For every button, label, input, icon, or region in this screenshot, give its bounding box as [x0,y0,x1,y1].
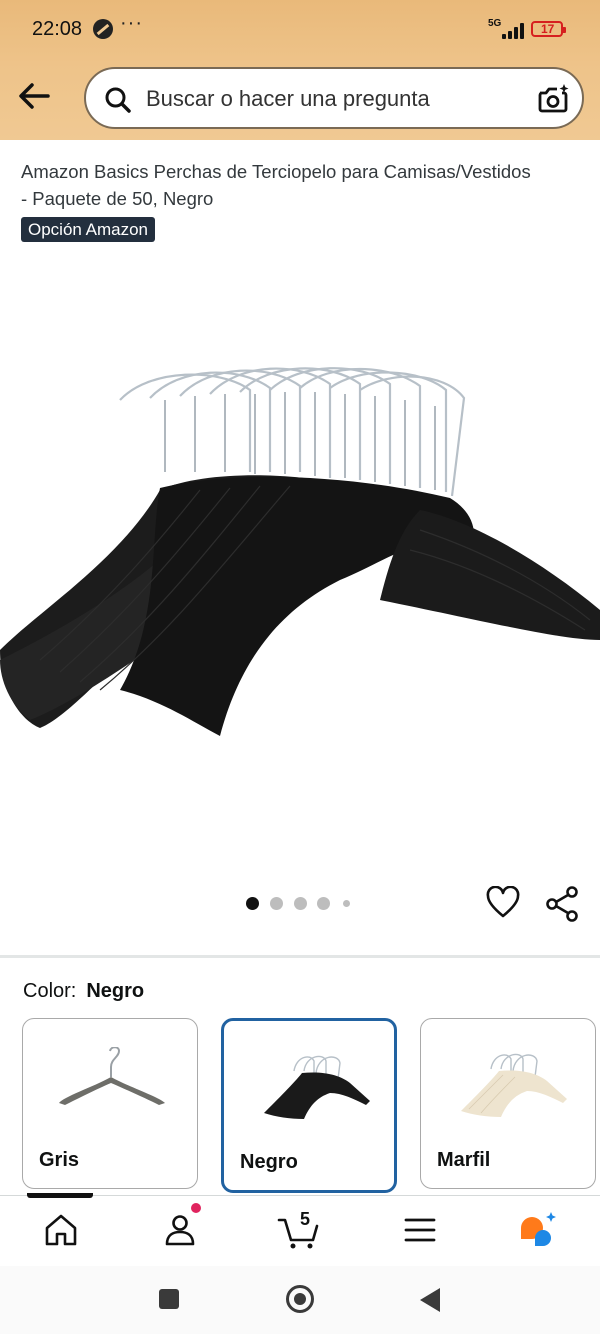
status-bar: 22:08 ··· 5G 17 [0,0,600,60]
color-swatch-negro[interactable]: Negro [221,1018,397,1193]
wishlist-heart-icon[interactable] [486,885,520,920]
black-hanger-thumbnail [254,1049,370,1121]
active-tab-indicator [27,1193,93,1198]
cart-icon[interactable] [277,1208,321,1252]
share-icon[interactable] [545,886,579,922]
carousel-dot[interactable] [294,897,307,910]
product-image[interactable] [0,360,600,740]
status-time: 22:08 [32,18,83,40]
color-selector-label: Color: Negro [23,980,144,1003]
battery-level: 17 [541,22,555,36]
carousel-dot[interactable] [270,897,283,910]
search-input[interactable]: Buscar o hacer una pregunta [84,67,584,129]
recent-apps-icon[interactable] [159,1289,179,1309]
search-icon [104,86,132,114]
search-placeholder: Buscar o hacer una pregunta [146,86,430,111]
carousel-dot[interactable] [343,900,350,907]
amazons-choice-badge: Opción Amazon [21,217,156,242]
back-arrow-icon[interactable] [14,78,54,114]
notification-dot [191,1203,201,1213]
swatch-label: Negro [240,1151,298,1173]
home-icon[interactable] [39,1208,83,1252]
carousel-dot[interactable] [317,897,330,910]
rufus-assistant-icon[interactable] [517,1208,561,1252]
app-header: 22:08 ··· 5G 17 Buscar o hacer una pregu… [0,0,600,140]
color-swatch-marfil[interactable]: Marfil [420,1018,596,1189]
battery-icon: 17 [531,21,566,37]
bottom-navigation [0,1193,600,1266]
status-more-icon: ··· [120,12,143,34]
product-title: Amazon Basics Perchas de Terciopelo para… [21,161,531,209]
color-swatch-gris[interactable]: Gris [22,1018,198,1189]
account-icon[interactable] [158,1208,202,1252]
section-divider [0,955,600,958]
home-button-icon[interactable] [286,1285,314,1313]
gray-hanger-thumbnail [53,1046,169,1119]
carousel-dot[interactable] [246,897,259,910]
ivory-hanger-thumbnail [451,1047,567,1119]
system-navigation-bar [0,1266,600,1334]
swatch-label: Gris [39,1149,80,1171]
menu-icon[interactable] [398,1208,442,1252]
do-not-disturb-icon [93,19,113,39]
cart-count-badge: 5 [300,1209,311,1229]
back-button-icon[interactable] [420,1288,440,1312]
signal-icon [500,21,526,39]
color-label: Color: [23,980,77,1002]
camera-search-icon[interactable] [536,82,570,116]
selected-color-value: Negro [86,980,145,1002]
swatch-label: Marfil [437,1149,491,1171]
